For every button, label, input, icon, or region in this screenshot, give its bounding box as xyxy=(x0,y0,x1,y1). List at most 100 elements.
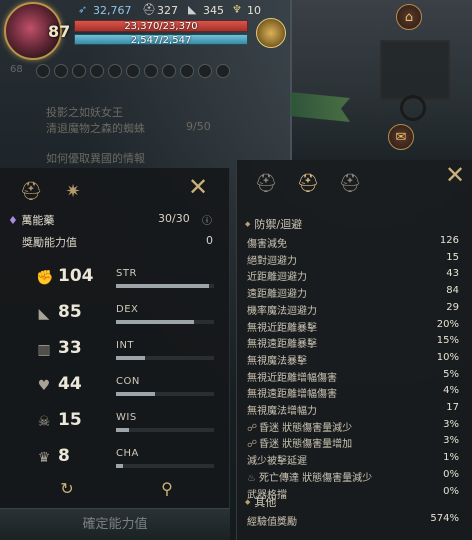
attribute-label: 傷害減免 xyxy=(247,239,287,250)
reset-icon[interactable]: ↻ xyxy=(56,478,78,500)
section-other-title: 其他 xyxy=(245,494,276,510)
attribute-label: 無視魔法增幅力 xyxy=(247,406,317,417)
hp-text: 23,370/23,370 xyxy=(124,21,198,32)
skull-icon: ☠ xyxy=(37,414,51,430)
boot-icon: ◣ xyxy=(38,306,50,322)
attribute-label: 無視近距離增幅傷害 xyxy=(247,372,337,384)
helmet-icon: ⛑ xyxy=(142,3,156,16)
attribute-value: 15% xyxy=(436,335,459,347)
shop-icon[interactable]: ⌂ xyxy=(396,4,422,30)
attribute-label: 昏迷 狀態傷害量增加 xyxy=(259,439,353,451)
gift-icon[interactable]: ✉ xyxy=(388,124,414,150)
shoe-icon: ◣ xyxy=(188,3,197,16)
close-icon[interactable]: ✕ xyxy=(443,163,467,188)
helmet-tab-icon[interactable]: ⛑ xyxy=(18,178,44,204)
close-icon[interactable]: ✕ xyxy=(186,175,210,200)
helmet-tab-icon[interactable]: ⛑ xyxy=(253,170,279,196)
ability-panel: ⛑ ✷ ✕ ♦ 萬能藥 30/30 ⓘ 獎勵能力值 0 ✊ 104 STR ◣ … xyxy=(0,168,230,540)
buff-icon[interactable] xyxy=(180,64,194,78)
stat-bar xyxy=(116,428,214,432)
confirm-stats-button[interactable]: 確定能力值 xyxy=(0,508,230,540)
attribute-label: 死亡傳達 狀態傷害量減少 xyxy=(259,472,373,484)
heart-icon: ♥ xyxy=(37,378,51,394)
potion-count: 30/30 xyxy=(158,212,190,225)
flame-icon: ♨ xyxy=(247,472,256,484)
attribute-value: 574% xyxy=(430,513,459,524)
attribute-row: 無視魔法增幅力 17 xyxy=(247,401,461,417)
buff-icon[interactable] xyxy=(72,64,86,78)
stat-row-dex[interactable]: ◣ 85 DEX xyxy=(0,302,230,342)
currency-feather: ➶ 32,767 xyxy=(78,3,132,17)
attribute-label: 絕對迴避力 xyxy=(247,255,297,267)
attribute-label: 遠距離迴避力 xyxy=(247,289,307,301)
book-icon: ▥ xyxy=(37,342,51,358)
hp-bar: 23,370/23,370 xyxy=(74,20,248,32)
buff-icon[interactable] xyxy=(36,64,50,78)
stat-row-con[interactable]: ♥ 44 CON xyxy=(0,374,230,414)
attribute-value: 126 xyxy=(439,235,459,246)
attribute-label: 無視魔法暴擊 xyxy=(247,355,307,367)
attribute-row: 無視遠距離增幅傷害 4% xyxy=(247,384,461,400)
mp-text: 2,547/2,547 xyxy=(130,35,192,46)
ability-tabs: ⛑ ✷ xyxy=(18,174,86,208)
crown-icon: ♛ xyxy=(37,450,51,466)
section-defense-title: 防禦/迴避 xyxy=(245,216,302,232)
buff-icon[interactable] xyxy=(198,64,212,78)
attribute-row: 傷害減免 126 xyxy=(247,234,461,250)
search-icon[interactable]: ⚲ xyxy=(156,478,178,500)
attribute-row: 近距離迴避力 43 xyxy=(247,267,461,283)
chalice-icon: ♆ xyxy=(232,3,242,16)
stat-bar xyxy=(116,320,214,324)
potion-row: ♦ 萬能藥 30/30 ⓘ xyxy=(8,212,222,230)
buff-bar: 68 xyxy=(10,64,230,78)
bonus-label: 獎勵能力值 xyxy=(22,236,77,249)
quest-item[interactable]: 如何優取異國的情報 xyxy=(46,150,145,166)
attribute-value: 15 xyxy=(446,251,459,263)
stat-row-str[interactable]: ✊ 104 STR xyxy=(0,266,230,306)
attribute-row: 武器格擋 0% xyxy=(247,485,461,501)
stat-bar xyxy=(116,392,214,396)
attribute-value: 0% xyxy=(443,485,459,497)
currency-helmet: ⛑ 327 xyxy=(142,3,178,17)
info-icon[interactable]: ⓘ xyxy=(202,212,212,227)
attribute-label: 近距離迴避力 xyxy=(247,272,307,284)
buff-icon[interactable] xyxy=(144,64,158,78)
quest-item[interactable]: 投影之如妖女王 xyxy=(46,104,123,120)
attribute-row: 無視遠距離暴擊 15% xyxy=(247,334,461,350)
attribute-value: 1% xyxy=(443,452,459,464)
attribute-row: 絕對迴避力 15 xyxy=(247,251,461,267)
helmet-alt-tab-icon[interactable]: ⛑ xyxy=(337,170,363,196)
potion-name: 萬能藥 xyxy=(21,214,55,227)
stat-row-int[interactable]: ▥ 33 INT xyxy=(0,338,230,378)
stat-row-wis[interactable]: ☠ 15 WIS xyxy=(0,410,230,450)
buff-icon[interactable] xyxy=(216,64,230,78)
wagon-wheel xyxy=(400,95,426,121)
character-level: 87 xyxy=(48,22,71,41)
potion-icon: ♦ xyxy=(8,214,18,227)
mp-bar: 2,547/2,547 xyxy=(74,34,248,46)
attribute-detail-panel: ⛑ ⛑ ⛑ ✕ 防禦/迴避 傷害減免 126 絕對迴避力 15 近距離迴避力 43 遠距離迴… xyxy=(236,160,472,540)
star-tab-icon[interactable]: ✷ xyxy=(60,178,86,204)
clan-emblem-icon[interactable] xyxy=(256,18,286,48)
attribute-label: 減少被擊延遲 xyxy=(247,456,307,468)
bonus-row: 獎勵能力值 0 xyxy=(22,234,222,250)
link-icon: ☍ xyxy=(247,439,258,451)
buff-icon[interactable] xyxy=(90,64,104,78)
feather-icon: ➶ xyxy=(78,3,88,16)
helmet-plus-tab-icon[interactable]: ⛑ xyxy=(295,170,321,196)
currency-chalice: ♆ 10 xyxy=(232,3,261,17)
attribute-value: 5% xyxy=(443,368,459,380)
buff-icon[interactable] xyxy=(54,64,68,78)
buff-icon[interactable] xyxy=(126,64,140,78)
attribute-row: 機率魔法迴避力 29 xyxy=(247,301,461,317)
buff-icon[interactable] xyxy=(108,64,122,78)
attribute-label: 經驗值獎勵 xyxy=(247,517,297,528)
attribute-label: 機率魔法迴避力 xyxy=(247,305,317,317)
attribute-row: 遠距離迴避力 84 xyxy=(247,284,461,300)
attribute-row: 減少被擊延遲 1% xyxy=(247,451,461,467)
attribute-value: 43 xyxy=(446,268,459,280)
quest-item[interactable]: 清退魔物之森的蜘蛛 9/50 xyxy=(46,120,211,136)
attribute-label: 無視近距離暴擊 xyxy=(247,322,317,334)
bonus-value: 0 xyxy=(206,234,213,247)
buff-icon[interactable] xyxy=(162,64,176,78)
